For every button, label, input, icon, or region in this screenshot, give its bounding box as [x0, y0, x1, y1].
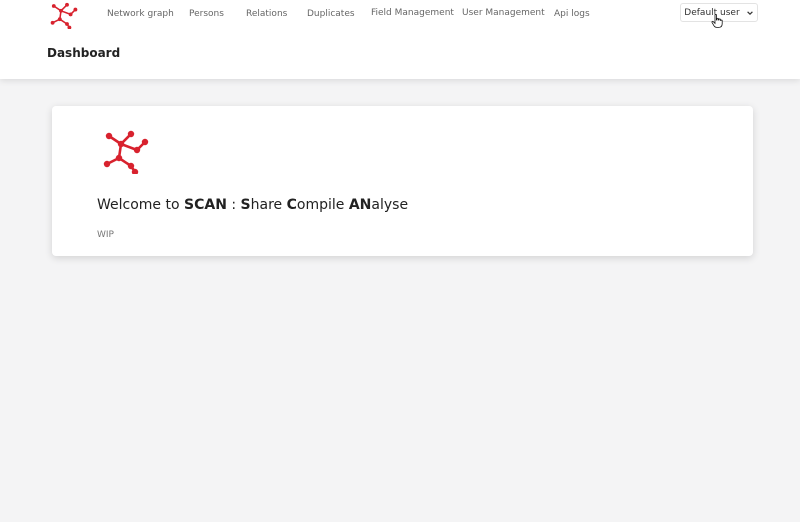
app-name: SCAN — [184, 197, 227, 213]
welcome-heading: Welcome to SCAN : Share Compile ANalyse — [97, 197, 408, 213]
acronym-s: S — [240, 197, 251, 213]
acronym-c: C — [286, 197, 297, 213]
scan-logo-icon[interactable] — [49, 1, 79, 29]
acronym-an: AN — [348, 197, 372, 213]
status-text: WIP — [97, 230, 114, 240]
welcome-prefix: Welcome to — [97, 197, 184, 213]
nav-api-logs[interactable]: Api logs — [554, 9, 590, 19]
nav-duplicates[interactable]: Duplicates — [307, 9, 355, 19]
nav-relations[interactable]: Relations — [246, 9, 287, 19]
nav-user-management[interactable]: User Management — [462, 8, 545, 18]
welcome-separator: : — [226, 197, 241, 213]
acronym-an-rest: alyse — [371, 197, 409, 213]
page-title: Dashboard — [47, 46, 121, 60]
top-navigation-bar: Network graph Persons Relations Duplicat… — [0, 0, 800, 79]
welcome-card: Welcome to SCAN : Share Compile ANalyse … — [52, 106, 753, 256]
chevron-down-icon — [746, 10, 753, 15]
nav-field-management[interactable]: Field Management — [371, 8, 454, 18]
scan-logo-icon — [103, 130, 149, 174]
nav-persons[interactable]: Persons — [189, 9, 224, 19]
nav-network-graph[interactable]: Network graph — [107, 9, 174, 19]
acronym-c-rest: ompile — [296, 197, 349, 213]
pointer-hand-icon — [711, 14, 723, 28]
acronym-s-rest: hare — [250, 197, 287, 213]
